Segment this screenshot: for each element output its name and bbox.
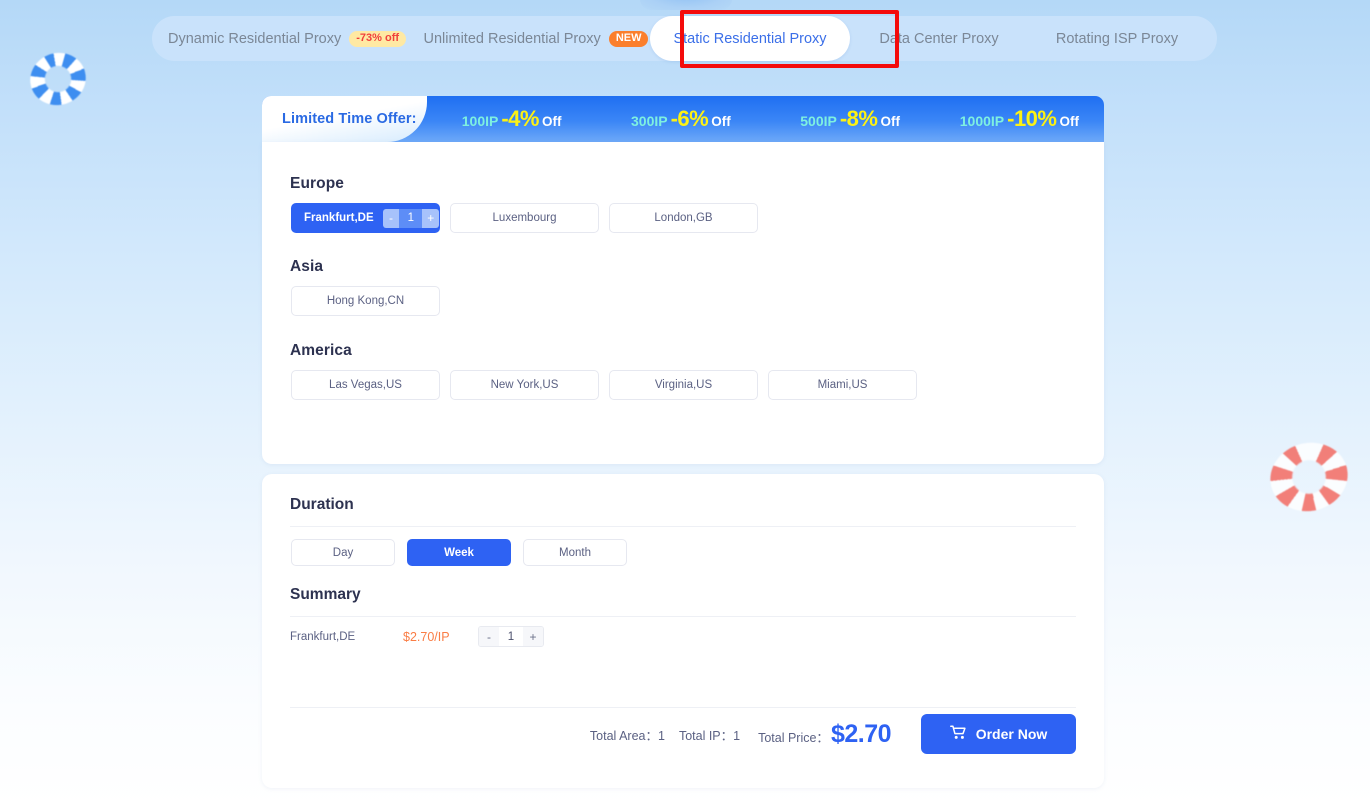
region-chips-america: Las Vegas,US New York,US Virginia,US Mia… [291,370,917,400]
duration-heading: Duration [290,496,354,513]
limited-time-offer-banner: Limited Time Offer: 100IP -4% Off 300IP … [262,96,1104,142]
order-configuration-card: Duration Day Week Month Summary Frankfur… [262,474,1104,788]
location-chip-london-gb[interactable]: London,GB [609,203,758,233]
location-chip-label: Miami,US [817,379,868,391]
lifebuoy-icon-blue [23,45,93,113]
promo-tier-off: Off [880,114,900,129]
promo-tier: 300IP -6% Off [596,106,765,132]
promo-tier-ip: 300IP [631,113,668,129]
duration-option-week[interactable]: Week [407,539,511,566]
location-chip-label: Hong Kong,CN [326,295,405,307]
summary-quantity-value[interactable]: 1 [499,627,523,646]
promo-label: Limited Time Offer: [262,96,427,142]
location-chip-virginia-us[interactable]: Virginia,US [609,370,758,400]
duration-option-month[interactable]: Month [523,539,627,566]
page-root: Dynamic Residential Proxy -73% off Unlim… [0,0,1370,806]
location-chip-label: Las Vegas,US [329,379,402,391]
tab-label: Rotating ISP Proxy [1055,30,1179,47]
tab-label: Unlimited Residential Proxy [423,30,601,47]
order-now-label: Order Now [975,726,1048,742]
location-chip-hong-kong-cn[interactable]: Hong Kong,CN [291,286,440,316]
tab-rotating-isp-proxy[interactable]: Rotating ISP Proxy [1028,16,1206,61]
region-title-america: America [290,342,352,359]
total-area: Total Area：1 [590,725,665,744]
tab-data-center-proxy[interactable]: Data Center Proxy [850,16,1028,61]
total-ip: Total IP：1 [679,725,740,744]
product-tab-bar: Dynamic Residential Proxy -73% off Unlim… [152,16,1217,61]
summary-quantity-decrement-button[interactable]: - [479,627,499,646]
summary-quantity-stepper: - 1 + [478,626,544,647]
promo-tier-ip: 1000IP [959,113,1005,129]
new-badge: NEW [608,30,649,47]
duration-divider [290,526,1076,527]
duration-option-day[interactable]: Day [291,539,395,566]
promo-tier-percent: -10% [1007,106,1057,131]
totals-divider [290,707,1076,708]
location-chip-label: Luxembourg [492,212,557,224]
summary-row: Frankfurt,DE $2.70/IP - 1 + [290,626,544,647]
duration-option-label: Week [444,546,474,559]
region-title-asia: Asia [290,258,324,275]
total-price-value: $2.70 [830,719,892,748]
quantity-value[interactable]: 1 [399,208,423,228]
promo-tier-ip: 100IP [461,113,499,129]
total-ip-label: Total IP： [678,728,734,743]
summary-divider [290,616,1076,617]
total-price: Total Price：$2.70 [754,720,891,749]
location-chip-label: Frankfurt,DE [304,212,374,224]
promo-tier-percent: -8% [839,106,878,131]
summary-heading: Summary [290,586,361,603]
location-chip-luxembourg[interactable]: Luxembourg [450,203,599,233]
promo-tier-off: Off [711,114,731,129]
location-chip-new-york-us[interactable]: New York,US [450,370,599,400]
lifebuoy-icon-red [1262,434,1356,520]
order-now-button[interactable]: Order Now [921,714,1076,754]
location-chip-las-vegas-us[interactable]: Las Vegas,US [291,370,440,400]
duration-options: Day Week Month [291,539,627,566]
tab-dynamic-residential-proxy[interactable]: Dynamic Residential Proxy -73% off [152,16,422,61]
total-ip-value: 1 [733,728,741,743]
total-price-label: Total Price： [758,730,829,745]
total-area-value: 1 [657,728,665,743]
tab-unlimited-residential-proxy[interactable]: Unlimited Residential Proxy NEW [422,16,650,61]
location-chip-label: London,GB [654,212,713,224]
location-chip-frankfurt-de[interactable]: Frankfurt,DE - 1 + [291,203,440,233]
promo-tier-percent: -4% [501,106,539,131]
promo-tier: 1000IP -10% Off [935,106,1104,132]
total-area-label: Total Area： [589,728,658,743]
promo-tier: 100IP -4% Off [427,106,596,132]
region-title-europe: Europe [290,175,344,192]
region-chips-europe: Frankfurt,DE - 1 + Luxembourg London,GB [291,203,758,233]
tab-label: Dynamic Residential Proxy [167,30,342,47]
summary-unit-price: $2.70/IP [403,629,450,644]
region-chips-asia: Hong Kong,CN [291,286,440,316]
shopping-cart-icon [949,725,967,743]
quantity-increment-button[interactable]: + [422,208,439,228]
promo-tier-off: Off [541,114,562,129]
location-chip-label: Virginia,US [654,379,713,391]
tab-static-residential-proxy[interactable]: Static Residential Proxy [650,16,850,61]
location-selection-card: Europe Frankfurt,DE - 1 + Luxembourg Lon… [262,142,1104,464]
quantity-stepper: - 1 + [382,208,439,228]
promo-tier-ip: 500IP [800,113,837,129]
promo-tier-off: Off [1059,114,1079,129]
duration-option-label: Month [559,546,591,559]
location-chip-miami-us[interactable]: Miami,US [768,370,917,400]
summary-quantity-increment-button[interactable]: + [523,627,543,646]
discount-badge: -73% off [349,30,407,47]
tab-label: Data Center Proxy [879,30,999,47]
location-chip-label: New York,US [490,379,559,391]
quantity-decrement-button[interactable]: - [382,208,400,228]
promo-tier: 500IP -8% Off [766,106,935,132]
top-pill-decoration [640,0,732,10]
promo-tier-percent: -6% [670,106,709,131]
tab-label: Static Residential Proxy [673,30,827,47]
duration-option-label: Day [332,546,354,559]
totals-bar: Total Area：1 Total IP：1 Total Price：$2.7… [290,714,1076,754]
summary-location: Frankfurt,DE [290,630,356,643]
